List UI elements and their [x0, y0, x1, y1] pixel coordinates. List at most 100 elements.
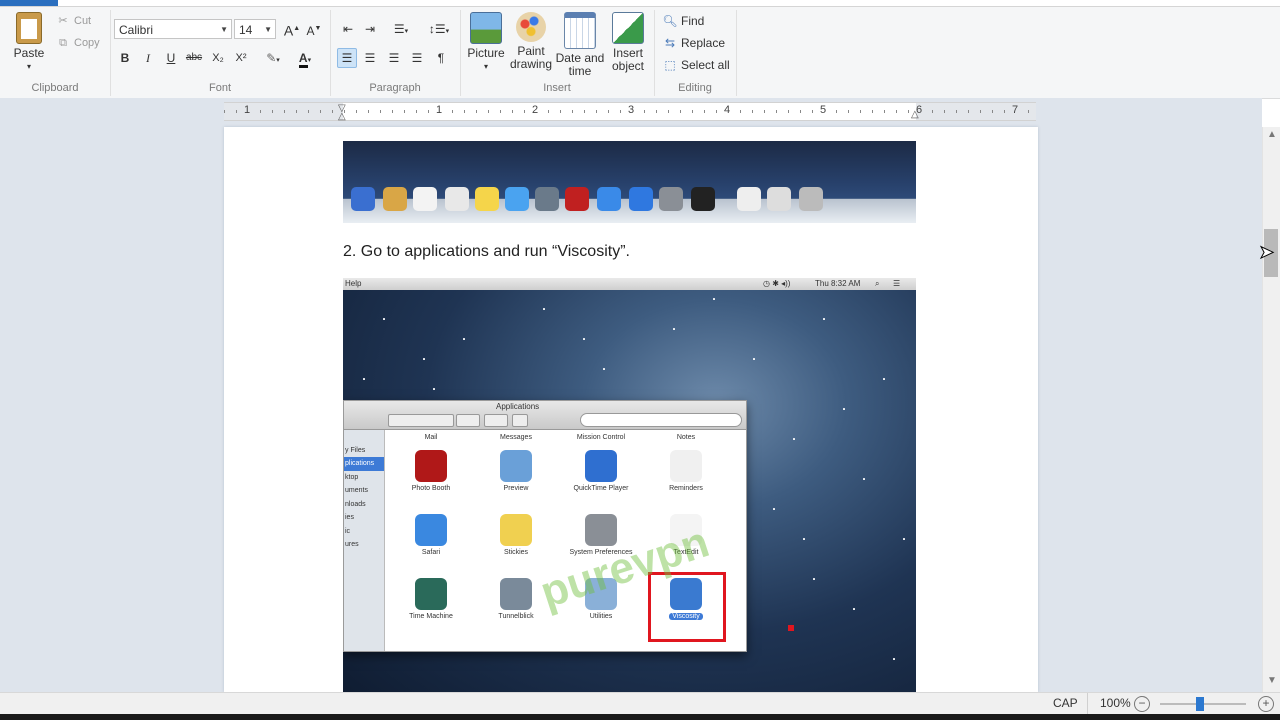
ruler-tick	[596, 110, 597, 113]
horizontal-ruler[interactable]: 11234567 ▽ △ △	[224, 102, 1036, 122]
bullets-button[interactable]: ☰▾	[384, 19, 418, 39]
star	[363, 378, 365, 380]
ruler-tick	[668, 110, 669, 113]
action-gear-icon	[456, 414, 480, 427]
font-group-label: Font	[208, 82, 231, 94]
paste-button[interactable]: Paste ▾	[10, 12, 48, 73]
ruler-number: 7	[1011, 104, 1019, 116]
copy-icon: ⧉	[59, 37, 67, 49]
ruler-tick	[320, 110, 321, 113]
document-page[interactable]: 2. Go to applications and run “Viscosity…	[224, 127, 1038, 692]
insert-object-button[interactable]: Insert object	[608, 12, 648, 73]
scroll-up-icon[interactable]: ▲	[1263, 129, 1280, 140]
date-time-button[interactable]: Date and time	[555, 12, 605, 78]
zoom-in-icon[interactable]: +	[1258, 696, 1274, 712]
ruler-tick	[680, 110, 681, 113]
paragraph-settings-button[interactable]: ¶	[431, 48, 451, 68]
align-right-icon: ☰	[388, 51, 400, 65]
ruler-tick	[296, 110, 297, 113]
finder-app-item: Stickies	[474, 514, 558, 556]
align-center-button[interactable]: ☰	[360, 48, 380, 68]
line-spacing-icon: ↕☰	[428, 22, 446, 36]
ruler-tick	[392, 110, 393, 113]
replace-button[interactable]: ⇆ Replace	[662, 33, 725, 53]
scroll-down-icon[interactable]: ▼	[1263, 675, 1280, 686]
binoculars-icon: 🔍︎	[662, 14, 678, 28]
right-indent-marker[interactable]: △	[911, 109, 919, 120]
decrease-indent-button[interactable]: ⇤	[338, 19, 358, 39]
ruler-number: 1	[435, 104, 443, 116]
grow-font-button[interactable]: A▲	[282, 19, 302, 39]
menubar-help: Help	[345, 279, 362, 288]
zoom-slider-thumb[interactable]	[1195, 697, 1204, 711]
dock-app-icon	[535, 187, 559, 211]
line-spacing-button[interactable]: ↕☰▾	[422, 19, 456, 39]
mac-menu-bar: Help ◷ ✱ ◂)) Thu 8:32 AM ⌕ ☰	[343, 278, 916, 290]
font-family-select[interactable]: Calibri ▼	[114, 19, 232, 39]
text-color-button[interactable]: A▾	[290, 48, 320, 68]
underline-button[interactable]: U	[161, 48, 181, 68]
outdent-icon: ⇤	[342, 22, 354, 36]
vertical-scrollbar[interactable]: ▲ ▼	[1262, 127, 1280, 692]
star	[853, 608, 855, 610]
cut-button[interactable]: ✂ Cut	[56, 12, 91, 30]
star	[583, 338, 585, 340]
justify-button[interactable]: ☰	[407, 48, 427, 68]
strikethrough-button[interactable]: abc	[184, 48, 204, 68]
ruler-tick	[572, 110, 573, 113]
insert-group-label: Insert	[543, 82, 571, 94]
group-divider	[736, 10, 737, 96]
star	[803, 538, 805, 540]
font-size-select[interactable]: 14 ▼	[234, 19, 276, 39]
increase-indent-button[interactable]: ⇥	[360, 19, 380, 39]
ruler-tick	[272, 110, 273, 113]
picture-dropdown-icon[interactable]: ▾	[465, 60, 507, 73]
finder-sidebar-item: ic	[345, 527, 351, 535]
status-divider	[1087, 693, 1088, 715]
italic-button[interactable]: I	[138, 48, 158, 68]
select-all-button[interactable]: ⬚ Select all	[662, 55, 730, 75]
zoom-out-icon[interactable]: −	[1134, 696, 1150, 712]
paint-palette-icon	[516, 12, 546, 42]
scissors-icon: ✂	[58, 15, 68, 27]
preview-icon	[500, 450, 532, 482]
ruler-tick	[872, 110, 873, 113]
select-all-label: Select all	[681, 58, 730, 72]
ruler-tick	[812, 110, 813, 113]
highlight-color-button[interactable]: ✎▾	[258, 48, 288, 68]
ruler-tick	[548, 110, 549, 113]
app-label: Time Machine	[409, 613, 453, 620]
ruler-tick	[416, 110, 417, 113]
dock-app-icon	[799, 187, 823, 211]
subscript-button[interactable]: X₂	[208, 48, 228, 68]
system-preferences-icon	[585, 514, 617, 546]
align-left-button[interactable]: ☰	[337, 48, 357, 68]
spotlight-icon: ⌕	[875, 279, 880, 288]
bold-button[interactable]: B	[115, 48, 135, 68]
ruler-tick	[308, 110, 309, 113]
mouse-cursor-icon: ➤	[1258, 242, 1275, 263]
superscript-button[interactable]: X²	[231, 48, 251, 68]
step-instruction-text: 2. Go to applications and run “Viscosity…	[343, 243, 630, 260]
paint-drawing-button[interactable]: Paint drawing	[509, 12, 553, 71]
paste-label: Paste	[13, 46, 45, 60]
find-button[interactable]: 🔍︎ Find	[662, 11, 704, 31]
star	[823, 318, 825, 320]
app-label: Tunnelblick	[498, 613, 534, 620]
font-size-value: 14	[239, 23, 253, 37]
file-tab[interactable]	[0, 0, 58, 6]
star	[893, 658, 895, 660]
star	[433, 388, 435, 390]
finder-app-item: Preview	[474, 450, 558, 492]
finder-sidebar-item: ies	[345, 514, 354, 521]
left-indent-marker[interactable]: △	[338, 111, 346, 122]
picture-button[interactable]: Picture ▾	[465, 12, 507, 73]
finder-titlebar: Applications	[344, 401, 746, 430]
star	[753, 358, 755, 360]
star	[603, 368, 605, 370]
copy-button[interactable]: ⧉ Copy	[56, 34, 100, 52]
paste-dropdown-icon[interactable]: ▾	[10, 60, 48, 73]
align-right-button[interactable]: ☰	[384, 48, 404, 68]
ruler-tick	[848, 110, 849, 113]
shrink-font-button[interactable]: A▼	[304, 19, 324, 39]
